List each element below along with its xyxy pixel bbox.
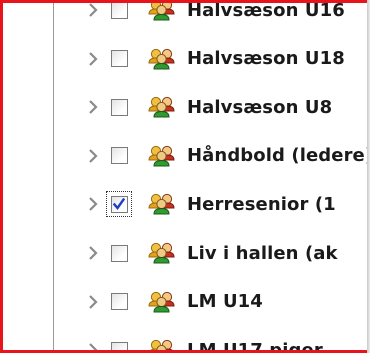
tree-item-label[interactable]: Herresenior (1: [187, 194, 336, 215]
tree-item-checkbox-checked[interactable]: [110, 195, 128, 213]
tree-row: Liv i hallen (ak: [3, 240, 367, 266]
tree-row: LM U14: [3, 289, 367, 315]
checkbox-focus-ring: [106, 3, 132, 23]
user-group-icon: [148, 96, 178, 118]
tree-item-checkbox[interactable]: [110, 98, 128, 116]
tree-item-checkbox[interactable]: [110, 244, 128, 262]
checkbox-focus-ring: [106, 337, 132, 350]
tree-row: LM U17 piger: [3, 337, 367, 350]
tree-item-label[interactable]: Liv i hallen (ak: [187, 243, 338, 264]
checkbox-focus-ring: [106, 191, 132, 218]
tree-row: Halvsæson U18: [3, 46, 367, 72]
tree-item-checkbox[interactable]: [110, 3, 128, 19]
chevron-right-icon[interactable]: [85, 146, 101, 166]
user-group-icon: [148, 145, 178, 167]
tree-item-checkbox[interactable]: [110, 341, 128, 350]
tree-item-label[interactable]: LM U17 piger: [187, 340, 323, 350]
tree-item-label[interactable]: Halvsæson U16: [187, 3, 345, 21]
chevron-right-icon[interactable]: [85, 340, 101, 350]
tree-row: Halvsæson U16: [3, 3, 367, 23]
chevron-right-icon[interactable]: [85, 3, 101, 20]
user-group-icon: [148, 48, 178, 70]
chevron-right-icon[interactable]: [85, 292, 101, 312]
checkbox-focus-ring: [106, 94, 132, 120]
chevron-right-icon[interactable]: [85, 194, 101, 214]
chevron-right-icon[interactable]: [85, 49, 101, 69]
tree-row: Herresenior (1: [3, 191, 367, 218]
tree-item-checkbox[interactable]: [110, 293, 128, 311]
tree-item-checkbox[interactable]: [110, 147, 128, 165]
checkbox-focus-ring: [106, 143, 132, 169]
tree-item-label[interactable]: Halvsæson U18: [187, 48, 345, 69]
checkmark-icon: [112, 198, 126, 211]
checkbox-focus-ring: [106, 46, 132, 72]
chevron-right-icon[interactable]: [85, 243, 101, 263]
user-group-icon: [148, 291, 178, 313]
user-group-icon: [148, 3, 178, 21]
user-group-icon: [148, 242, 178, 264]
user-group-icon: [148, 193, 178, 215]
checkbox-focus-ring: [106, 289, 132, 315]
tree-item-label[interactable]: Håndbold (ledere): [187, 145, 367, 166]
tree-item-checkbox[interactable]: [110, 50, 128, 68]
tree-row: Halvsæson U8: [3, 94, 367, 120]
tree-row: Håndbold (ledere): [3, 143, 367, 169]
tree-item-label[interactable]: LM U14: [187, 291, 263, 312]
screenshot-frame: Halvsæson U16 Halvsæson U18 Halvsæson U8…: [0, 0, 370, 353]
tree-item-label[interactable]: Halvsæson U8: [187, 97, 332, 118]
checkbox-focus-ring: [106, 240, 132, 266]
user-group-icon: [148, 339, 178, 350]
chevron-right-icon[interactable]: [85, 97, 101, 117]
